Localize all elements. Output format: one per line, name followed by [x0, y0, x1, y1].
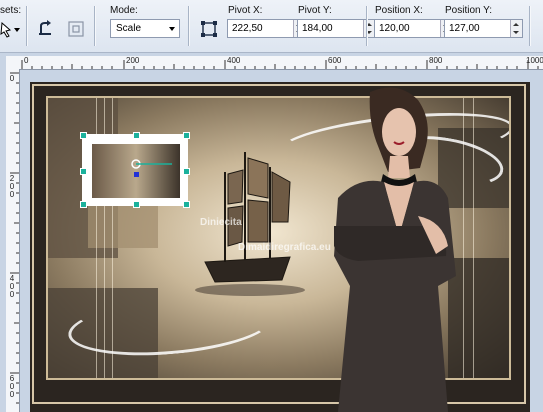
rotate-object-button[interactable] — [34, 18, 56, 40]
resize-handle-top-left[interactable] — [80, 132, 87, 139]
ruler-label: 2 0 0 — [9, 174, 15, 199]
separator — [94, 6, 96, 46]
ruler-label: 200 — [126, 56, 140, 65]
merge-icon — [68, 21, 84, 37]
pick-tool-icon — [0, 21, 20, 38]
ruler-label: 1000 — [526, 56, 543, 65]
merge-button[interactable] — [65, 18, 87, 40]
ruler-label: 0 — [24, 56, 29, 65]
watermark: Dimaidiregrafica.eu — [238, 242, 331, 253]
pivot-marker — [131, 159, 172, 177]
resize-handle-bottom[interactable] — [133, 201, 140, 208]
position-x-label: Position X: — [375, 5, 423, 16]
ruler-label: 0 — [9, 74, 15, 83]
resize-handle-bottom-left[interactable] — [80, 201, 87, 208]
tool-options-bar: sets: Mode: Scale Pivot X: 222,50 Pivot … — [0, 0, 543, 53]
ruler-label: 4 0 0 — [9, 274, 15, 299]
position-x-field[interactable]: 120,00 — [374, 19, 453, 38]
separator — [366, 6, 368, 46]
mode-value: Scale — [116, 23, 142, 34]
ruler-ticks — [10, 72, 19, 404]
presets-label: sets: — [0, 5, 22, 16]
separator — [529, 6, 531, 46]
pivot-x-field[interactable]: 222,50 — [227, 19, 306, 38]
resize-handle-top-right[interactable] — [183, 132, 190, 139]
ruler-label: 400 — [227, 56, 241, 65]
resize-handle-top[interactable] — [133, 132, 140, 139]
resize-handle-bottom-right[interactable] — [183, 201, 190, 208]
pivot-y-field[interactable]: 184,00 — [297, 19, 376, 38]
pivot-x-label: Pivot X: — [228, 5, 263, 16]
horizontal-ruler[interactable]: 0 200 400 600 800 1000 — [6, 56, 543, 70]
resize-handle-left[interactable] — [80, 168, 87, 175]
pivot-x-value: 222,50 — [232, 23, 263, 34]
pivot-y-value: 184,00 — [302, 23, 333, 34]
separator — [26, 6, 28, 46]
pivot-icon — [201, 21, 217, 37]
position-y-value: 127,00 — [449, 23, 480, 34]
ruler-label: 800 — [429, 56, 443, 65]
pivot-button[interactable] — [198, 18, 220, 40]
ruler-ticks — [21, 60, 539, 69]
resize-handle-right[interactable] — [183, 168, 190, 175]
chevron-down-icon — [169, 27, 175, 31]
pivot-y-label: Pivot Y: — [298, 5, 332, 16]
rotate-object-icon — [39, 20, 51, 35]
position-x-value: 120,00 — [379, 23, 410, 34]
separator — [188, 6, 190, 46]
position-y-spinner[interactable] — [510, 20, 522, 37]
presets-dropdown[interactable] — [0, 18, 22, 40]
ruler-label: 6 0 0 — [9, 374, 15, 399]
watermark: Diniecita — [200, 217, 242, 228]
position-y-field[interactable]: 127,00 — [444, 19, 523, 38]
position-y-label: Position Y: — [445, 5, 493, 16]
image-canvas[interactable]: Diniecita Dimaidiregrafica.eu — [30, 82, 530, 412]
mode-label: Mode: — [110, 5, 138, 16]
selected-object[interactable] — [80, 132, 190, 208]
vertical-ruler[interactable]: 0 2 0 0 4 0 0 6 0 0 — [6, 69, 20, 412]
mode-select[interactable]: Scale — [110, 19, 180, 38]
ruler-label: 600 — [328, 56, 342, 65]
selected-object-content — [92, 144, 180, 198]
